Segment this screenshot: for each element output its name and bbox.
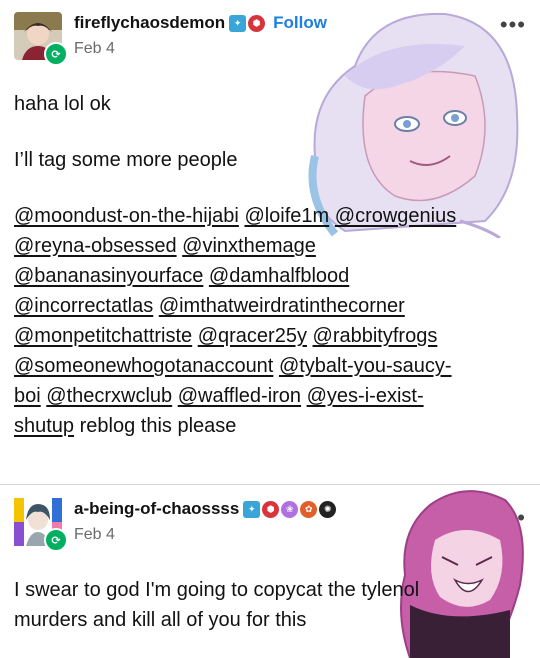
mention-link[interactable]: @waffled-iron (178, 385, 301, 407)
mention-link[interactable]: @bananasinyourface (14, 265, 203, 287)
post-date[interactable]: Feb 4 (74, 526, 336, 544)
mention-link[interactable]: @yes-i-exist- (307, 385, 424, 407)
username-link[interactable]: fireflychaosdemon (74, 13, 225, 33)
mention-link[interactable]: @qracer25y (198, 325, 307, 347)
post-text-line: I swear to god I'm going to copycat the … (14, 579, 420, 601)
badge-icon[interactable]: ⬢ (262, 500, 280, 518)
avatar[interactable]: ⟳ (14, 498, 68, 552)
mention-link[interactable]: @crowgenius (335, 205, 456, 227)
post-fireflychaosdemon: ⟳ fireflychaosdemon ✦ ⬢ Follow Feb 4 •••… (0, 0, 540, 485)
username-link[interactable]: a-being-of-chaossss (74, 499, 239, 519)
mention-link[interactable]: @loife1m (244, 205, 329, 227)
badges: ✦ ⬢ (229, 14, 266, 32)
post-header: ⟳ fireflychaosdemon ✦ ⬢ Follow Feb 4 (14, 12, 327, 66)
badge-icon[interactable]: ✦ (229, 14, 247, 32)
post-text-tail: reblog this please (74, 415, 237, 437)
mention-link[interactable]: @rabbityfrogs (313, 325, 438, 347)
mention-link[interactable]: @vinxthemage (182, 235, 316, 257)
mention-link[interactable]: @damhalfblood (209, 265, 349, 287)
post-text-line: haha lol ok (14, 93, 111, 115)
avatar[interactable]: ⟳ (14, 12, 68, 66)
post-body: haha lol ok I’ll tag some more people @m… (14, 89, 520, 441)
reblog-icon: ⟳ (44, 528, 68, 552)
badge-icon[interactable]: ❀ (281, 500, 299, 518)
mention-link[interactable]: shutup (14, 415, 74, 437)
post-meta: a-being-of-chaossss ✦ ⬢ ❀ ✿ ✺ Feb 4 (74, 498, 337, 544)
post-text-line: I’ll tag some more people (14, 149, 238, 171)
mention-link[interactable]: boi (14, 385, 41, 407)
mention-link[interactable]: @thecrxwclub (46, 385, 172, 407)
mention-link[interactable]: @moondust-on-the-hijabi (14, 205, 239, 227)
post-text-line: murders and kill all of you for this (14, 609, 307, 631)
mention-link[interactable]: @reyna-obsessed (14, 235, 177, 257)
mention-link[interactable]: @incorrectatlas (14, 295, 153, 317)
badge-icon[interactable]: ⬢ (248, 14, 266, 32)
mention-link[interactable]: @imthatweirdratinthecorner (159, 295, 405, 317)
mention-link[interactable]: @someonewhogotanaccount (14, 355, 273, 377)
mention-link[interactable]: @monpetitchattriste (14, 325, 192, 347)
badge-icon[interactable]: ✦ (243, 500, 261, 518)
mention-link[interactable]: @tybalt-you-saucy- (279, 355, 452, 377)
post-header: ⟳ a-being-of-chaossss ✦ ⬢ ❀ ✿ ✺ Feb 4 (14, 498, 337, 552)
badge-icon[interactable]: ✿ (300, 500, 318, 518)
post-a-being-of-chaossss: ⟳ a-being-of-chaossss ✦ ⬢ ❀ ✿ ✺ Feb 4 ••… (0, 485, 540, 658)
mentions-block: @moondust-on-the-hijabi @loife1m @crowge… (14, 201, 520, 441)
name-line: a-being-of-chaossss ✦ ⬢ ❀ ✿ ✺ (74, 498, 337, 520)
badge-icon[interactable]: ✺ (319, 500, 337, 518)
badges: ✦ ⬢ ❀ ✿ ✺ (243, 500, 337, 518)
post-body: I swear to god I'm going to copycat the … (14, 575, 520, 635)
reblog-icon: ⟳ (44, 42, 68, 66)
